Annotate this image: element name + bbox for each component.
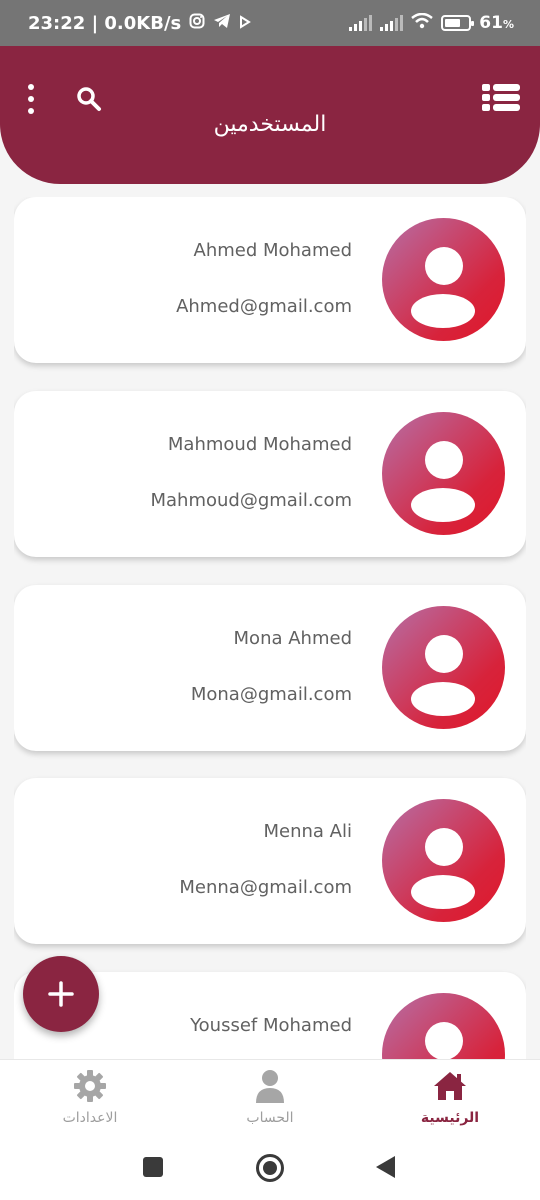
nav-item-home[interactable]: الرئيسية <box>380 1068 520 1130</box>
user-email: Ahmed@gmail.com <box>176 296 352 317</box>
search-icon[interactable] <box>74 84 104 114</box>
nav-label-settings: الاعدادات <box>62 1110 118 1126</box>
recent-apps-button[interactable] <box>143 1157 163 1177</box>
nav-item-account[interactable]: الحساب <box>200 1068 340 1130</box>
page-title: المستخدمين <box>213 112 327 137</box>
user-list: Ahmed Mohamed Ahmed@gmail.com Mahmoud Mo… <box>14 197 526 1059</box>
user-card[interactable]: Ahmed Mohamed Ahmed@gmail.com <box>14 197 526 363</box>
user-card[interactable]: Mahmoud Mohamed Mahmoud@gmail.com <box>14 391 526 557</box>
status-bar: 23:22 | 0.0KB/s 61% <box>0 0 540 46</box>
user-email: Mahmoud@gmail.com <box>150 490 352 511</box>
person-icon <box>252 1068 288 1104</box>
battery-level: 61% <box>479 13 514 33</box>
bottom-navigation: الاعدادات الحساب الرئيسية <box>0 1059 540 1135</box>
avatar <box>382 218 505 341</box>
avatar <box>382 993 505 1059</box>
nav-item-settings[interactable]: الاعدادات <box>20 1068 160 1130</box>
avatar <box>382 799 505 922</box>
wifi-icon <box>411 12 434 34</box>
status-time-speed: 23:22 | 0.0KB/s <box>28 12 182 34</box>
user-name: Mona Ahmed <box>233 628 352 649</box>
status-left: 23:22 | 0.0KB/s <box>28 0 252 46</box>
user-name: Youssef Mohamed <box>190 1015 352 1036</box>
plus-icon <box>48 981 74 1007</box>
battery-icon <box>441 15 475 31</box>
avatar <box>382 412 505 535</box>
nav-label-home: الرئيسية <box>420 1110 480 1126</box>
user-card[interactable]: Menna Ali Menna@gmail.com <box>14 778 526 944</box>
user-name: Menna Ali <box>263 821 353 842</box>
back-button[interactable] <box>376 1156 395 1178</box>
home-icon <box>432 1068 468 1104</box>
list-view-icon[interactable] <box>482 82 520 114</box>
instagram-icon <box>189 13 205 34</box>
home-button[interactable] <box>256 1154 284 1182</box>
avatar <box>382 606 505 729</box>
user-name: Mahmoud Mohamed <box>167 434 352 455</box>
signal-icon-2 <box>380 15 404 31</box>
nav-label-account: الحساب <box>246 1110 294 1126</box>
system-navigation-bar <box>0 1135 540 1200</box>
more-options-icon[interactable] <box>22 84 40 114</box>
telegram-icon <box>213 13 231 34</box>
play-icon <box>239 13 252 34</box>
user-email: Mona@gmail.com <box>190 684 352 705</box>
add-user-button[interactable] <box>23 956 99 1032</box>
signal-icon-1 <box>349 15 373 31</box>
status-right: 61% <box>349 0 514 46</box>
user-name: Ahmed Mohamed <box>193 240 353 261</box>
gear-icon <box>72 1068 108 1104</box>
user-card[interactable]: Mona Ahmed Mona@gmail.com <box>14 585 526 751</box>
app-bar: المستخدمين <box>0 46 540 184</box>
user-email: Menna@gmail.com <box>179 877 352 898</box>
